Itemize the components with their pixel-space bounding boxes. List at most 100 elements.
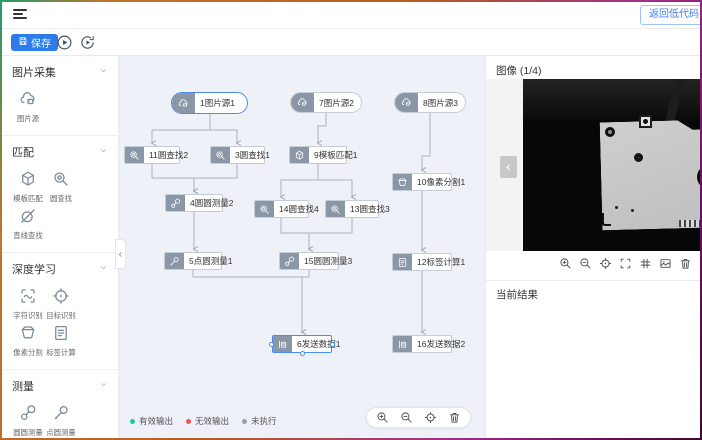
trash-icon [679,257,692,270]
ocr-icon [19,287,37,305]
section-title: 深度学习 [12,261,56,277]
cube-icon [294,150,305,161]
node-14[interactable]: 14圆查找4 [254,200,309,218]
sidebar-section: 深度学习字符识别目标识别像素分割标签计算 [2,253,118,370]
run-once-icon [79,34,96,51]
node-4[interactable]: 4圆圆测量2 [165,194,223,212]
node-8[interactable]: 8图片源3 [394,92,466,113]
circle-circle-icon [170,198,181,209]
run-button[interactable] [56,33,74,51]
app-root: 返回低代码 保存 图片采集图片源匹配模板匹配圆查找直线查找深度学习字符识别目标识… [2,2,700,438]
sidebar-item-label: 模板匹配 [13,193,42,203]
sidebar-item-target[interactable]: 目标识别 [45,286,77,321]
edge-layer [119,56,485,438]
node-label: 6发送数据1 [292,336,345,352]
circle-find-icon [330,204,341,215]
zoom-in-button[interactable] [376,411,389,424]
zoom-in-icon [559,257,572,270]
legend-label: 无效输出 [195,415,229,427]
picture-icon [659,257,672,270]
section-title: 匹配 [12,144,34,160]
node-13[interactable]: 13圆查找3 [325,200,379,218]
cloud-image-icon [401,97,412,108]
toolbar: 保存 [2,29,700,56]
node-9[interactable]: 9模板匹配1 [289,146,347,164]
chevron-down-icon [99,146,108,155]
sidebar-item-doc-calc[interactable]: 标签计算 [45,323,77,358]
node-label: 11圆查找2 [144,147,193,163]
node-label: 5点圆测量1 [184,253,237,269]
sidebar-section-header[interactable]: 匹配 [12,144,108,160]
canvas-zoom-controls [366,407,471,428]
back-to-lowcode-button[interactable]: 返回低代码 [640,5,700,25]
circle-circle-icon [19,404,37,422]
legend-dot [242,419,247,424]
sidebar-item-cube[interactable]: 模板匹配 [12,169,44,204]
sidebar-item-cloud-image[interactable]: 图片源 [12,89,44,124]
right-panel: 图像 (1/4) 当前结果 [485,56,700,438]
workflow-canvas[interactable]: 有效输出 无效输出 未执行 1图片源1 7图片源2 8图片源3 11圆查找2 3圆查找1 9模… [119,56,485,438]
zoom-out-button[interactable] [400,411,413,424]
sidebar-item-point-circle[interactable]: 点圆测量 [45,403,77,438]
node-10[interactable]: 10像素分割1 [392,173,452,191]
locate-icon [599,257,612,270]
legend-label: 有效输出 [139,415,173,427]
sidebar-section-header[interactable]: 图片采集 [12,64,108,80]
node-label: 1图片源1 [195,93,240,113]
node-1[interactable]: 1图片源1 [171,92,248,114]
sidebar-section-header[interactable]: 深度学习 [12,261,108,277]
node-3[interactable]: 3圆查找1 [210,146,265,164]
legend-dot [186,419,191,424]
connection-handle[interactable] [269,342,274,347]
save-button[interactable]: 保存 [11,34,58,51]
window-frame: 返回低代码 保存 图片采集图片源匹配模板匹配圆查找直线查找深度学习字符识别目标识… [0,0,702,440]
node-12[interactable]: 12标签计算1 [392,253,452,271]
camera-image[interactable] [523,79,700,251]
fullscreen-button[interactable] [619,257,632,270]
sidebar-item-label: 直线查找 [13,230,42,240]
plate-bracket [602,213,611,226]
trash-button[interactable] [679,257,692,270]
sidebar-item-circle-find[interactable]: 圆查找 [45,169,77,204]
node-15[interactable]: 15圆圆测量3 [279,252,339,270]
segment-icon [19,324,37,342]
zoom-out-button[interactable] [579,257,592,270]
sidebar-item-label: 圆圆测量 [13,427,42,437]
connection-handle[interactable] [300,351,305,356]
sidebar-section-header[interactable]: 测量 [12,378,108,394]
sidebar-item-label: 字符识别 [13,310,42,320]
locate-icon [424,411,437,424]
section-title: 图片采集 [12,64,56,80]
picture-button[interactable] [659,257,672,270]
step-run-button[interactable] [79,33,97,51]
sidebar-section: 测量圆圆测量点圆测量点点测量 [2,370,118,438]
circle-find-icon [129,150,140,161]
node-7[interactable]: 7图片源2 [290,92,362,113]
sidebar-item-ocr[interactable]: 字符识别 [12,286,44,321]
trash-icon [448,411,461,424]
sidebar-collapse-handle[interactable] [115,239,126,269]
node-16[interactable]: 16发送数据2 [392,335,452,353]
node-6[interactable]: 6发送数据1 [272,335,332,353]
node-5[interactable]: 5点圆测量1 [164,252,222,270]
menu-icon[interactable] [13,9,27,21]
node-11[interactable]: 11圆查找2 [124,146,180,164]
chevron-down-icon [99,380,108,389]
point-circle-icon [169,256,180,267]
metal-plate [600,120,700,231]
locate-button[interactable] [599,257,612,270]
prev-image-button[interactable] [500,156,517,178]
send-icon [397,339,408,350]
trash-button[interactable] [448,411,461,424]
sidebar-item-line-find[interactable]: 直线查找 [12,206,44,241]
locate-button[interactable] [424,411,437,424]
connection-handle[interactable] [330,342,335,347]
legend-label: 未执行 [251,415,277,427]
sidebar-item-circle-circle[interactable]: 圆圆测量 [12,403,44,438]
cloud-image-icon [19,90,37,108]
status-legend: 有效输出 无效输出 未执行 [130,415,277,427]
grid-button[interactable] [639,257,652,270]
sidebar-item-segment[interactable]: 像素分割 [12,323,44,358]
zoom-in-button[interactable] [559,257,572,270]
fullscreen-icon [619,257,632,270]
